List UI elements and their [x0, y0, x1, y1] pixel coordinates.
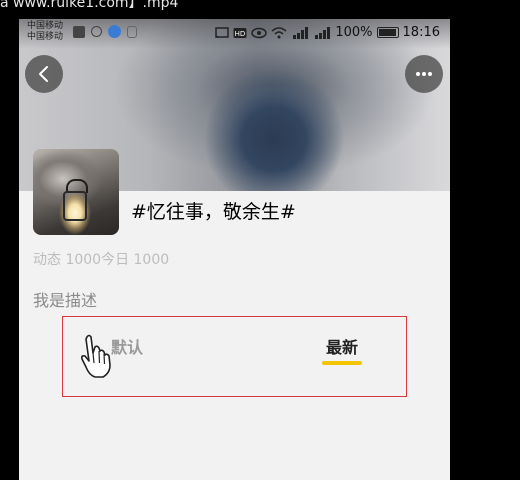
system-icons: HD 100% 18:16 [215, 25, 440, 40]
browser-notification-icon [108, 25, 121, 38]
carrier-2: 中国移动 [27, 32, 64, 42]
video-title: a www.ruike1.com】.mp4 [0, 0, 179, 11]
clock: 18:16 [402, 25, 440, 40]
more-button[interactable] [405, 55, 443, 93]
ellipsis-icon [416, 72, 432, 76]
chevron-left-icon [39, 66, 48, 82]
battery-percent: 100% [335, 25, 373, 40]
topic-stats: 动态 1000今日 1000 [33, 252, 170, 268]
status-bar: 中国移动 中国移动 HD 100% 18:16 [19, 19, 450, 47]
tab-default[interactable]: 默认 [111, 334, 143, 358]
svg-text:HD: HD [235, 30, 246, 38]
lamp-body [63, 191, 87, 221]
sort-tabs: 默认 最新 [62, 316, 407, 397]
topic-description: 我是描述 [33, 291, 98, 310]
signal-2-icon [315, 26, 331, 39]
app-notification-icon [73, 25, 85, 38]
active-tab-indicator [322, 361, 362, 365]
lock-icon [127, 25, 137, 38]
back-button[interactable] [25, 55, 63, 93]
topic-thumbnail [33, 149, 119, 235]
eye-icon [251, 27, 268, 38]
hand-pointer-icon [81, 334, 111, 378]
usb-icon [91, 26, 102, 37]
battery-icon [376, 27, 399, 38]
notification-icons [73, 25, 137, 38]
phone-screen: 中国移动 中国移动 HD 100% 18:16 #忆往事，敬余生# 动态 100… [19, 19, 450, 480]
video-title-bar: a www.ruike1.com】.mp4 [0, 0, 520, 18]
topic-title: #忆往事，敬余生# [131, 201, 296, 223]
wifi-icon [271, 26, 287, 38]
carrier-labels: 中国移动 中国移动 [27, 21, 63, 43]
tab-latest[interactable]: 最新 [326, 334, 358, 358]
cast-icon [215, 26, 230, 38]
carrier-1: 中国移动 [27, 21, 64, 31]
hd-icon: HD [233, 27, 247, 38]
signal-1-icon [293, 26, 309, 39]
